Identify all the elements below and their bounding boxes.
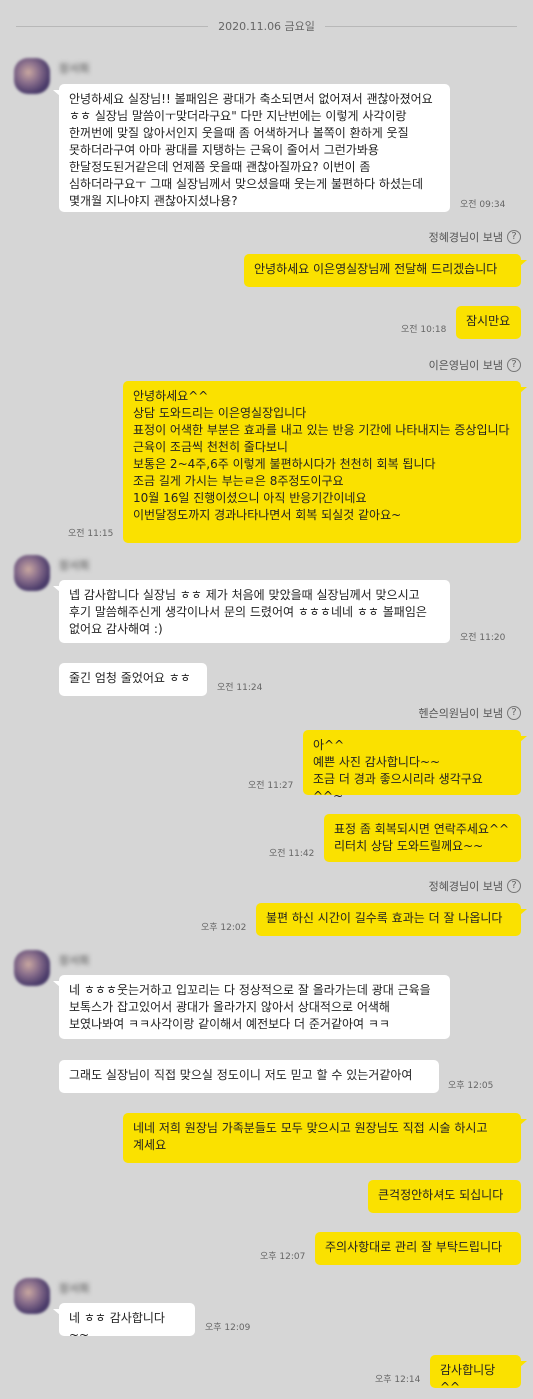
message-time: 오전 09:34 <box>460 200 506 210</box>
chat-message-incoming[interactable]: 넵 감사합니다 실장님 ㅎㅎ 제가 처음에 맞았을때 실장님께서 맞으시고 후기… <box>53 580 450 643</box>
chat-message-outgoing[interactable]: 표정 좀 회복되시면 연락주세요^^ 리터치 상담 도와드릴께요~~ <box>324 814 521 862</box>
avatar[interactable] <box>14 950 50 986</box>
sent-by-text: 이은영님이 보냄 <box>428 359 503 372</box>
sender-name: 장서희 <box>59 1282 90 1295</box>
chat-message-outgoing[interactable]: 주의사항대로 관리 잘 부탁드립니다 <box>315 1232 521 1265</box>
sender-name: 장서희 <box>59 559 90 572</box>
avatar[interactable] <box>14 58 50 94</box>
chat-message-outgoing[interactable]: 잠시만요 <box>456 306 521 339</box>
message-time: 오전 11:24 <box>217 683 263 693</box>
chat-message-outgoing[interactable]: 큰걱정안하셔도 되십니다 <box>368 1180 521 1213</box>
message-time: 오전 11:20 <box>460 633 506 643</box>
date-label: 2020.11.06 금요일 <box>218 20 315 33</box>
sent-by-text: 정혜경님이 보냄 <box>428 880 503 893</box>
sent-by-label: 정혜경님이 보냄 ? <box>429 228 521 246</box>
sent-by-label: 정혜경님이 보냄 ? <box>429 877 521 895</box>
chat-message-outgoing[interactable]: 안녕하세요^^ 상담 도와드리는 이은영실장입니다 표정이 어색한 부분은 효과… <box>123 381 527 543</box>
sent-by-label: 헨슨의원님이 보냄 ? <box>419 704 521 722</box>
message-time: 오전 10:18 <box>401 325 447 335</box>
sent-by-text: 정혜경님이 보냄 <box>428 231 503 244</box>
sent-by-text: 헨슨의원님이 보냄 <box>418 707 503 720</box>
message-time: 오후 12:02 <box>201 923 247 933</box>
chat-message-incoming[interactable]: 그래도 실장님이 직접 맞으실 정도이니 저도 믿고 할 수 있는거같아여 <box>59 1060 439 1093</box>
chat-message-outgoing[interactable]: 불편 하신 시간이 길수록 효과는 더 잘 나옵니다 <box>256 903 527 936</box>
avatar[interactable] <box>14 555 50 591</box>
divider-line <box>324 25 517 27</box>
message-time: 오후 12:05 <box>448 1081 494 1091</box>
chat-message-incoming[interactable]: 네 ㅎㅎ 감사합니다~~ <box>53 1303 195 1342</box>
chat-message-outgoing[interactable]: 아^^ 예쁜 사진 감사합니다~~ 조금 더 경과 좋으시리라 생각구요^^~ <box>303 730 527 803</box>
help-icon[interactable]: ? <box>507 230 521 244</box>
sender-name: 장서희 <box>59 62 90 75</box>
chat-message-outgoing[interactable]: 안녕하세요 이은영실장님께 전달해 드리겠습니다 <box>244 254 527 287</box>
message-time: 오전 11:27 <box>248 781 294 791</box>
chat-message-outgoing[interactable]: 네네 저희 원장님 가족분들도 모두 맞으시고 원장님도 직접 시술 하시고 계… <box>123 1113 527 1163</box>
message-time: 오후 12:14 <box>375 1375 421 1385</box>
chat-message-incoming[interactable]: 줄긴 엄청 줄었어요 ㅎㅎ <box>59 663 207 696</box>
avatar[interactable] <box>14 1278 50 1314</box>
divider-line <box>16 25 209 27</box>
sent-by-label: 이은영님이 보냄 ? <box>429 356 521 374</box>
date-separator: 2020.11.06 금요일 <box>16 16 517 36</box>
chat-message-outgoing[interactable]: 감사합니당^^ <box>430 1355 527 1394</box>
message-time: 오전 11:15 <box>68 529 114 539</box>
message-time: 오후 12:09 <box>205 1323 251 1333</box>
help-icon[interactable]: ? <box>507 358 521 372</box>
chat-message-incoming[interactable]: 안녕하세요 실장님!! 볼패임은 광대가 축소되면서 없어져서 괜찮아졌어요 ㅎ… <box>53 84 450 212</box>
message-time: 오전 11:42 <box>269 849 315 859</box>
message-time: 오후 12:07 <box>260 1252 306 1262</box>
help-icon[interactable]: ? <box>507 706 521 720</box>
sender-name: 장서희 <box>59 954 90 967</box>
chat-message-incoming[interactable]: 네 ㅎㅎㅎ웃는거하고 입꼬리는 다 정상적으로 잘 올라가는데 광대 근육을 보… <box>53 975 450 1039</box>
help-icon[interactable]: ? <box>507 879 521 893</box>
